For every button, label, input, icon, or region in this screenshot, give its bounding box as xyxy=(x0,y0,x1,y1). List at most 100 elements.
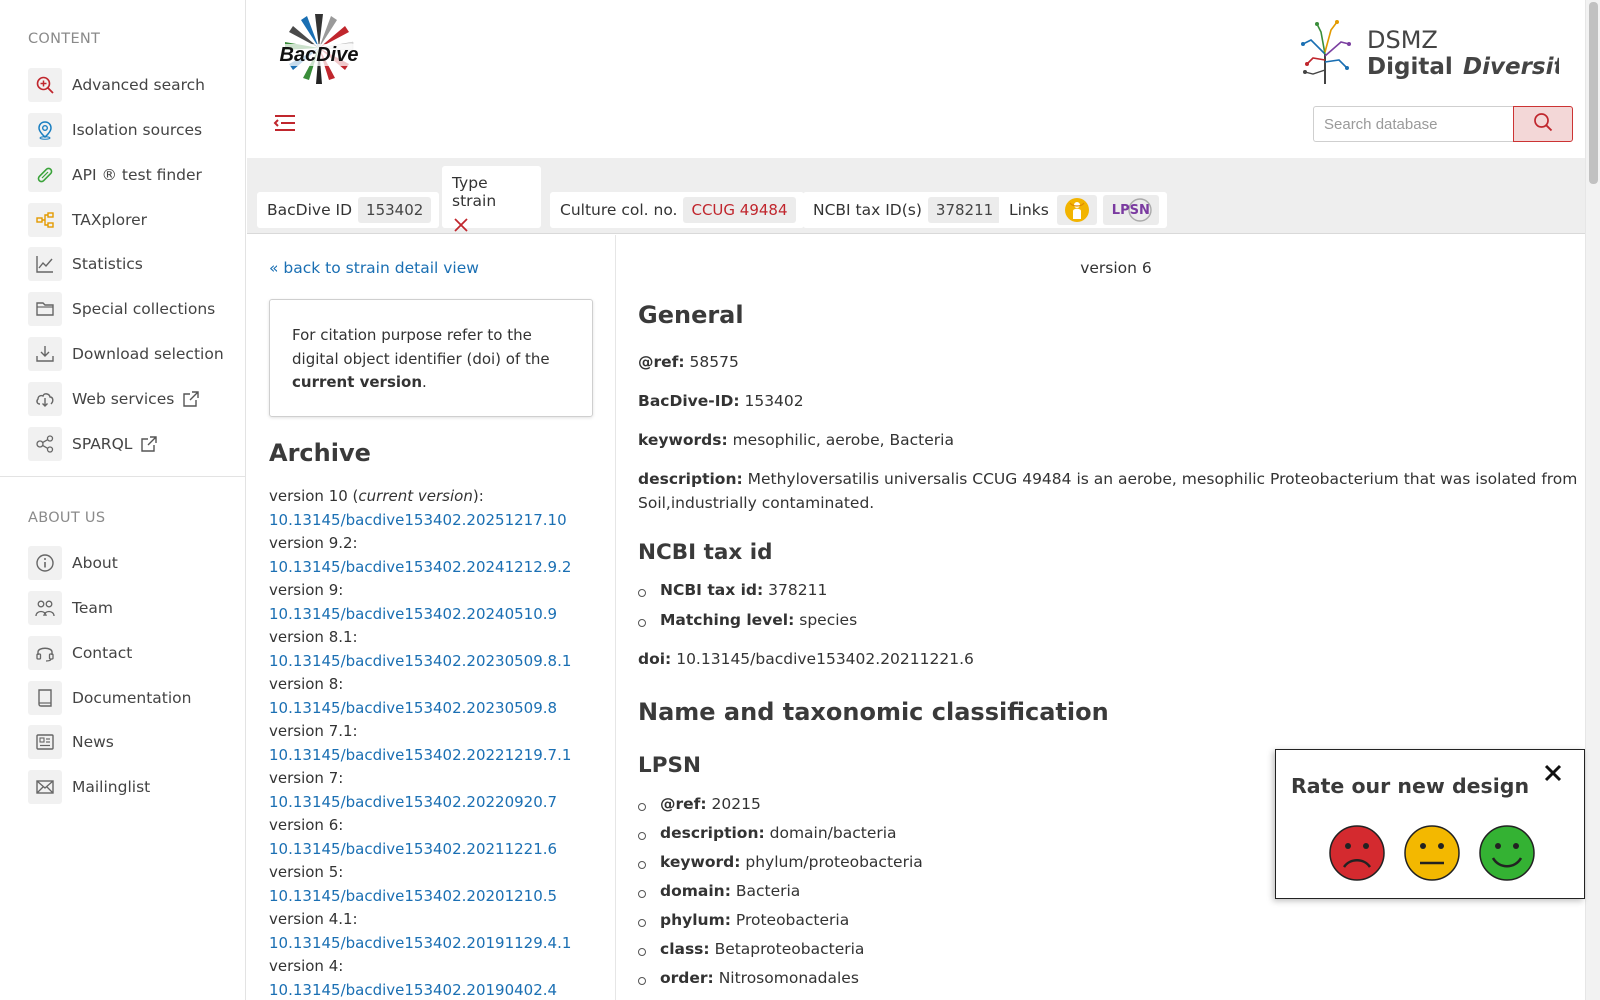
sidebar-item-label: Documentation xyxy=(72,689,192,707)
archive-doi-link[interactable]: 10.13145/bacdive153402.20221219.7.1 xyxy=(269,744,609,768)
search-input[interactable] xyxy=(1313,106,1513,142)
bacdive-id-label: BacDive ID xyxy=(267,201,353,219)
sidebar-item-contact[interactable]: Contact xyxy=(28,635,132,671)
links-label: Links xyxy=(1009,201,1049,219)
lpsn-badge-text: LPSN xyxy=(1111,202,1150,218)
page-scrollbar[interactable] xyxy=(1585,0,1600,1000)
sidebar-item-label: TAXplorer xyxy=(72,211,148,229)
keywords-line: keywords: mesophilic, aerobe, Bacteria xyxy=(638,431,954,449)
citation-note: For citation purpose refer to the digita… xyxy=(269,299,593,417)
logo-text: BacDive xyxy=(280,44,359,66)
about-heading: ABOUT US xyxy=(28,510,106,526)
newspaper-icon xyxy=(28,725,62,759)
sidebar-item-advanced-search[interactable]: Advanced search xyxy=(28,67,205,103)
sad-face-icon[interactable] xyxy=(1328,824,1386,882)
diversity-text: Diversity xyxy=(1463,54,1559,80)
back-to-detail-link[interactable]: « back to strain detail view xyxy=(269,259,479,277)
sidebar-item-label: Isolation sources xyxy=(72,121,203,139)
dsmz-text: DSMZ xyxy=(1367,26,1438,54)
archive-doi-link[interactable]: 10.13145/bacdive153402.20230509.8.1 xyxy=(269,650,609,674)
map-pin-icon xyxy=(28,113,62,147)
sidebar-item-special-collections[interactable]: Special collections xyxy=(28,291,215,327)
menu-collapse-icon[interactable] xyxy=(271,110,297,136)
links-chip: Links LPSN xyxy=(999,192,1167,228)
culture-col-label: Culture col. no. xyxy=(560,201,678,219)
external-link-icon xyxy=(182,390,200,408)
archive-doi-link[interactable]: 10.13145/bacdive153402.20190402.4 xyxy=(269,979,609,1000)
archive-doi-link[interactable]: 10.13145/bacdive153402.20240510.9 xyxy=(269,603,609,627)
sidebar-item-label: Web services xyxy=(72,390,175,408)
archive-doi-link[interactable]: 10.13145/bacdive153402.20251217.10 xyxy=(269,509,609,533)
archive-doi-link[interactable]: 10.13145/bacdive153402.20230509.8 xyxy=(269,697,609,721)
ncbi-tax-label: NCBI tax ID(s) xyxy=(813,201,922,219)
digital-text: Digital xyxy=(1367,54,1453,80)
scrollbar-thumb[interactable] xyxy=(1589,2,1598,184)
archive-version-label: version 7: xyxy=(269,769,344,787)
sidebar-item-statistics[interactable]: Statistics xyxy=(28,246,143,282)
archive-version-label: version 8: xyxy=(269,675,344,693)
happy-face-icon[interactable] xyxy=(1478,824,1536,882)
rating-popup: Rate our new design xyxy=(1275,749,1585,899)
ref-line: @ref: 58575 xyxy=(638,353,739,371)
sidebar-item-api-test-finder[interactable]: API ® test finder xyxy=(28,157,202,193)
archive-list: version 10 (current version): 10.13145/b… xyxy=(269,485,609,1000)
culture-collection-chip: Culture col. no. CCUG 49484 xyxy=(550,192,804,228)
lpsn-item: keyword: phylum/proteobacteria xyxy=(638,853,923,871)
sidebar-item-news[interactable]: News xyxy=(28,724,114,760)
lpsn-item: @ref: 20215 xyxy=(638,795,761,813)
headset-icon xyxy=(28,636,62,670)
archive-version-label: version 9.2: xyxy=(269,534,358,552)
search-button[interactable] xyxy=(1513,106,1573,142)
archive-doi-link[interactable]: 10.13145/bacdive153402.20241212.9.2 xyxy=(269,556,609,580)
archive-version-label: version 9: xyxy=(269,581,344,599)
external-link-icon xyxy=(140,435,158,453)
citation-end: . xyxy=(422,373,427,391)
close-icon[interactable] xyxy=(1542,762,1564,784)
archive-doi-link[interactable]: 10.13145/bacdive153402.20201210.5 xyxy=(269,885,609,909)
dsmz-logo[interactable]: DSMZ Digital Diversity xyxy=(1289,14,1580,86)
neutral-face-icon[interactable] xyxy=(1403,824,1461,882)
sidebar-item-about[interactable]: About xyxy=(28,545,118,581)
ncbi-tax-chip: NCBI tax ID(s) 378211 xyxy=(803,192,1010,228)
bacdive-id-line: BacDive-ID: 153402 xyxy=(638,392,804,410)
sidebar-item-label: Team xyxy=(72,599,113,617)
info-icon xyxy=(28,546,62,580)
citation-text: For citation purpose refer to the digita… xyxy=(292,326,550,368)
sidebar-item-sparql[interactable]: SPARQL xyxy=(28,426,158,462)
archive-version-label: version 5: xyxy=(269,863,344,881)
archive-doi-link[interactable]: 10.13145/bacdive153402.20191129.4.1 xyxy=(269,932,609,956)
sidebar-item-web-services[interactable]: Web services xyxy=(28,381,200,417)
culture-col-value[interactable]: CCUG 49484 xyxy=(683,197,796,223)
description-line: description: Methyloversatilis universal… xyxy=(638,470,1578,488)
team-icon xyxy=(28,591,62,625)
archive-version-label: version 7.1: xyxy=(269,722,358,740)
archive-version-label: version 4.1: xyxy=(269,910,358,928)
sidebar-item-team[interactable]: Team xyxy=(28,590,113,626)
sidebar-item-label: Mailinglist xyxy=(72,778,151,796)
archive-version-label: version 8.1: xyxy=(269,628,358,646)
sidebar-item-mailinglist[interactable]: Mailinglist xyxy=(28,769,150,805)
dsmz-tree-icon xyxy=(1301,20,1351,84)
sidebar-item-label: Download selection xyxy=(72,345,224,363)
sidebar-item-download-selection[interactable]: Download selection xyxy=(28,336,224,372)
left-column: « back to strain detail view For citatio… xyxy=(247,235,615,1000)
ncbi-taxid-item: NCBI tax id: 378211 xyxy=(638,581,827,599)
zoom-in-icon xyxy=(28,68,62,102)
matching-level-item: Matching level: species xyxy=(638,611,857,629)
archive-doi-link[interactable]: 10.13145/bacdive153402.20220920.7 xyxy=(269,791,609,815)
archive-doi-link[interactable]: 10.13145/bacdive153402.20211221.6 xyxy=(269,838,609,862)
lpsn-link[interactable]: LPSN xyxy=(1102,195,1159,225)
sidebar-item-label: Statistics xyxy=(72,255,143,273)
citation-bold: current version xyxy=(292,373,423,391)
sidebar-item-documentation[interactable]: Documentation xyxy=(28,680,192,716)
sidebar-item-taxplorer[interactable]: TAXplorer xyxy=(28,202,147,238)
header: BacDive DSMZ Digital Diversity xyxy=(247,0,1585,158)
lpsn-item: class: Betaproteobacteria xyxy=(638,940,864,958)
bacdive-logo[interactable]: BacDive xyxy=(269,10,369,92)
section-taxonomy-title: Name and taxonomic classification xyxy=(638,698,1109,726)
bacdive-id-value: 153402 xyxy=(358,197,432,223)
folder-icon xyxy=(28,292,62,326)
sidebar-item-isolation-sources[interactable]: Isolation sources xyxy=(28,112,202,148)
ncbi-tax-value[interactable]: 378211 xyxy=(927,197,1002,223)
external-resource-link[interactable] xyxy=(1056,195,1097,225)
